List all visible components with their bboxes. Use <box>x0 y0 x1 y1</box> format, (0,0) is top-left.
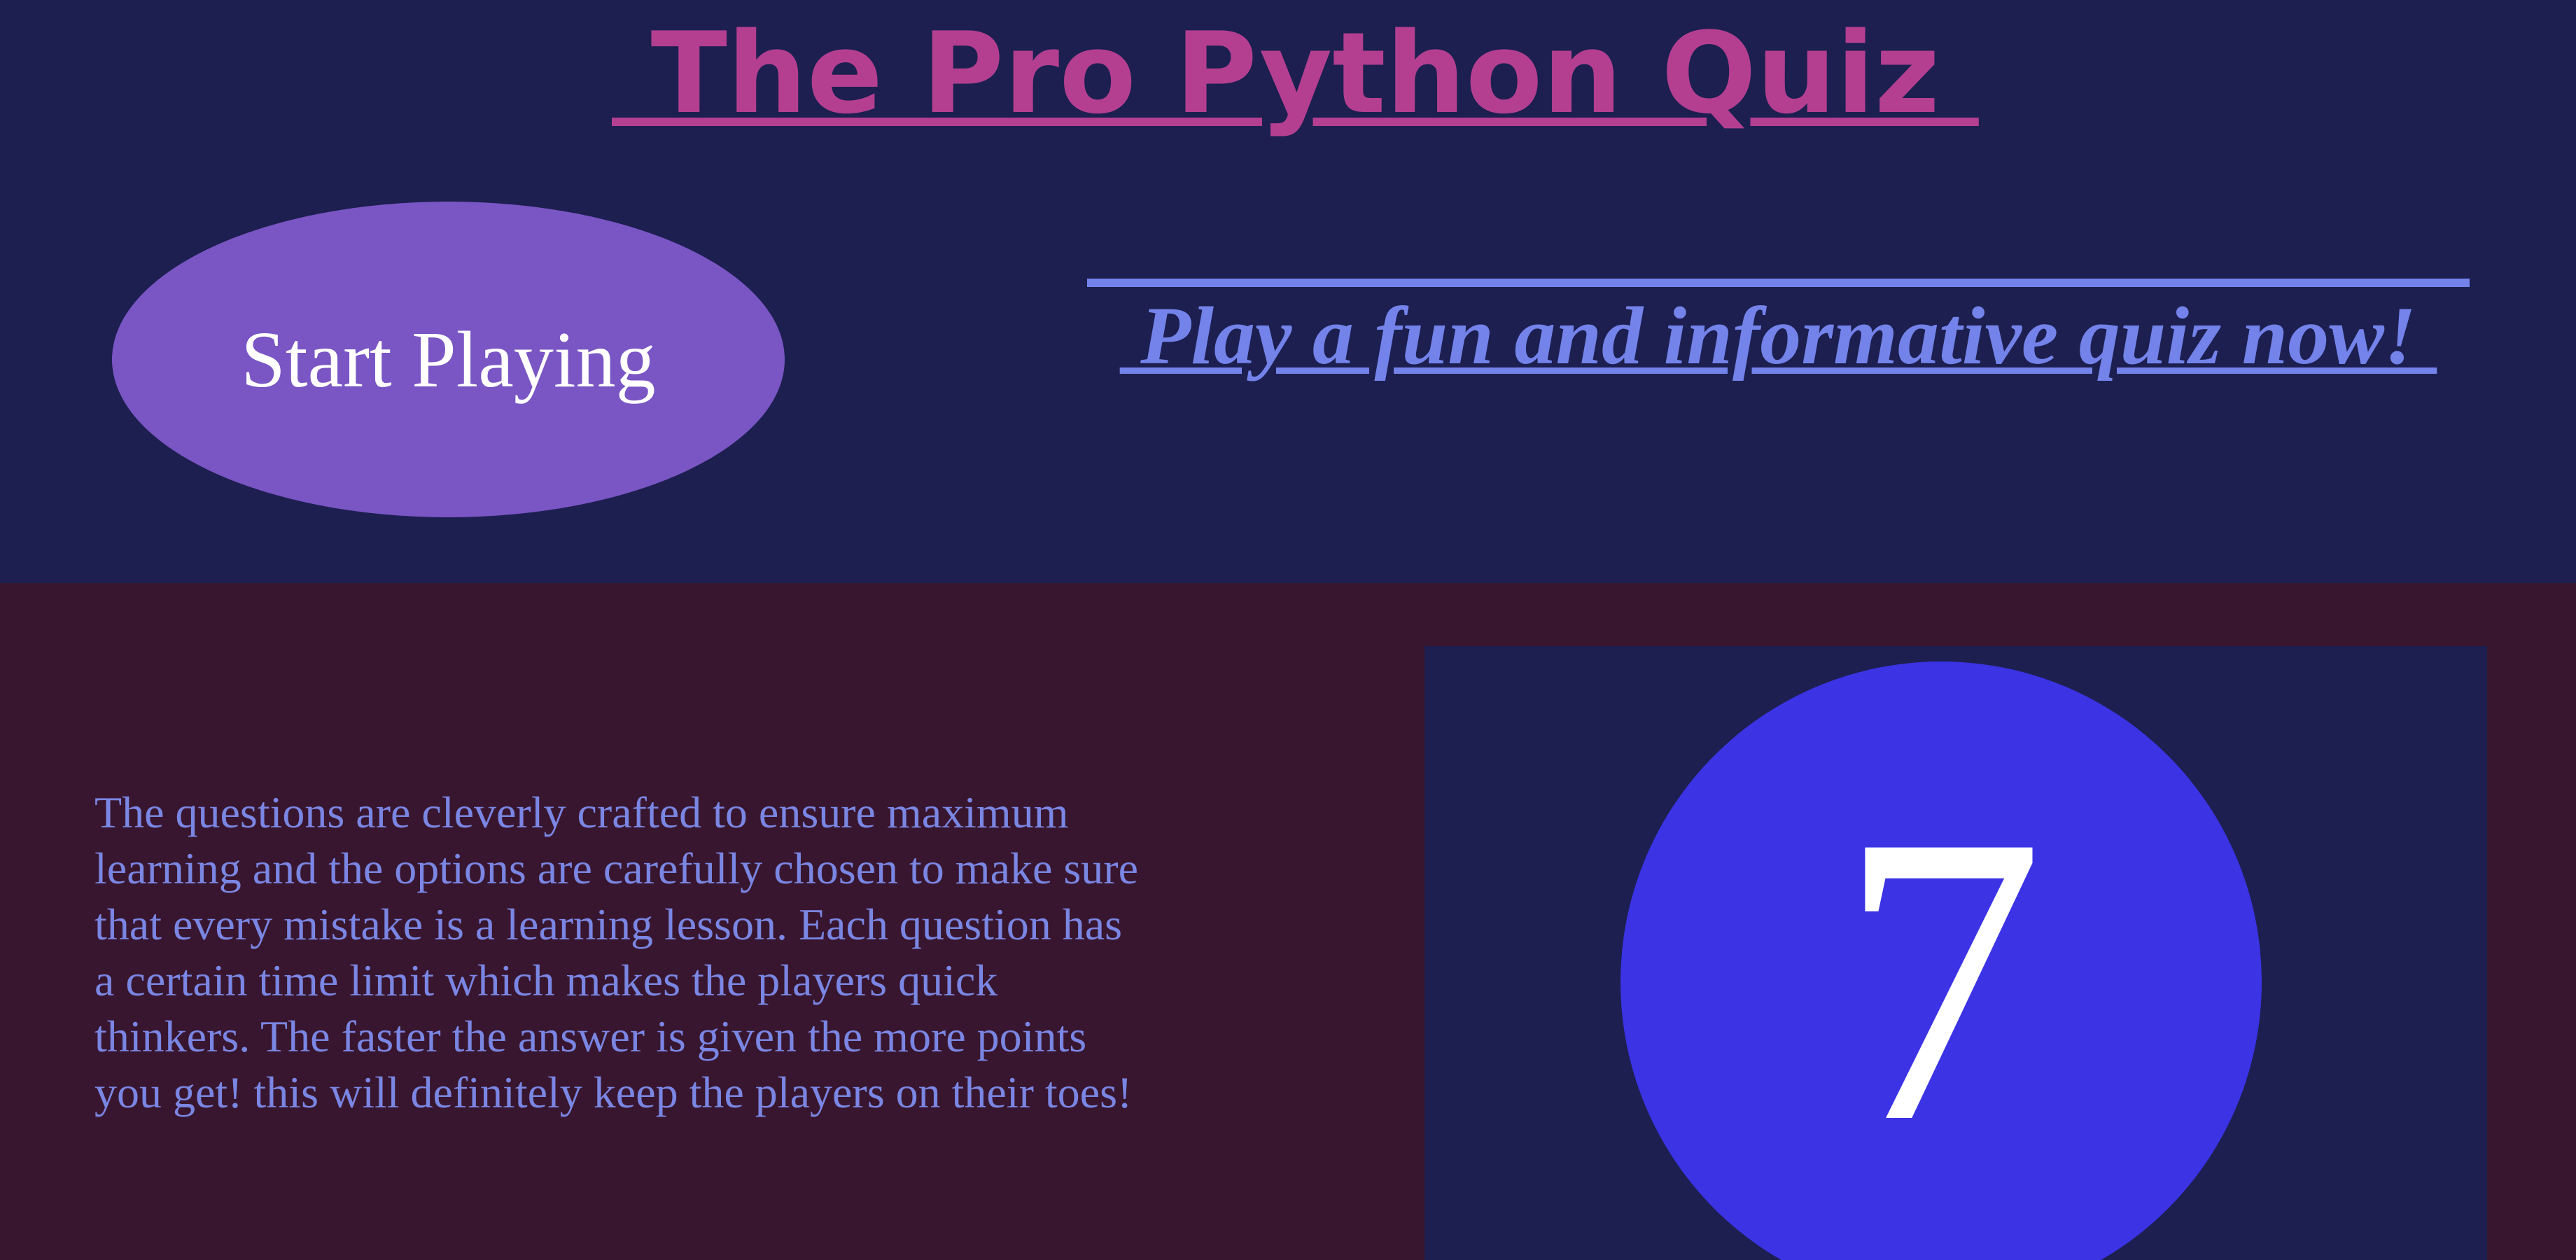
tagline: Play a fun and informative quiz now! <box>1119 290 2437 382</box>
header-section: The Pro Python Quiz Start Playing Play a… <box>0 0 2576 583</box>
timer-circle: 7 <box>1620 662 2262 1260</box>
timer-panel: 7 <box>1424 646 2487 1260</box>
info-section: The questions are cleverly crafted to en… <box>0 583 2576 1260</box>
quiz-description: The questions are cleverly crafted to en… <box>94 788 1138 1117</box>
page-title: The Pro Python Quiz <box>612 8 1979 139</box>
timer-value: 7 <box>1837 750 2045 1208</box>
start-playing-button[interactable]: Start Playing <box>112 202 785 517</box>
